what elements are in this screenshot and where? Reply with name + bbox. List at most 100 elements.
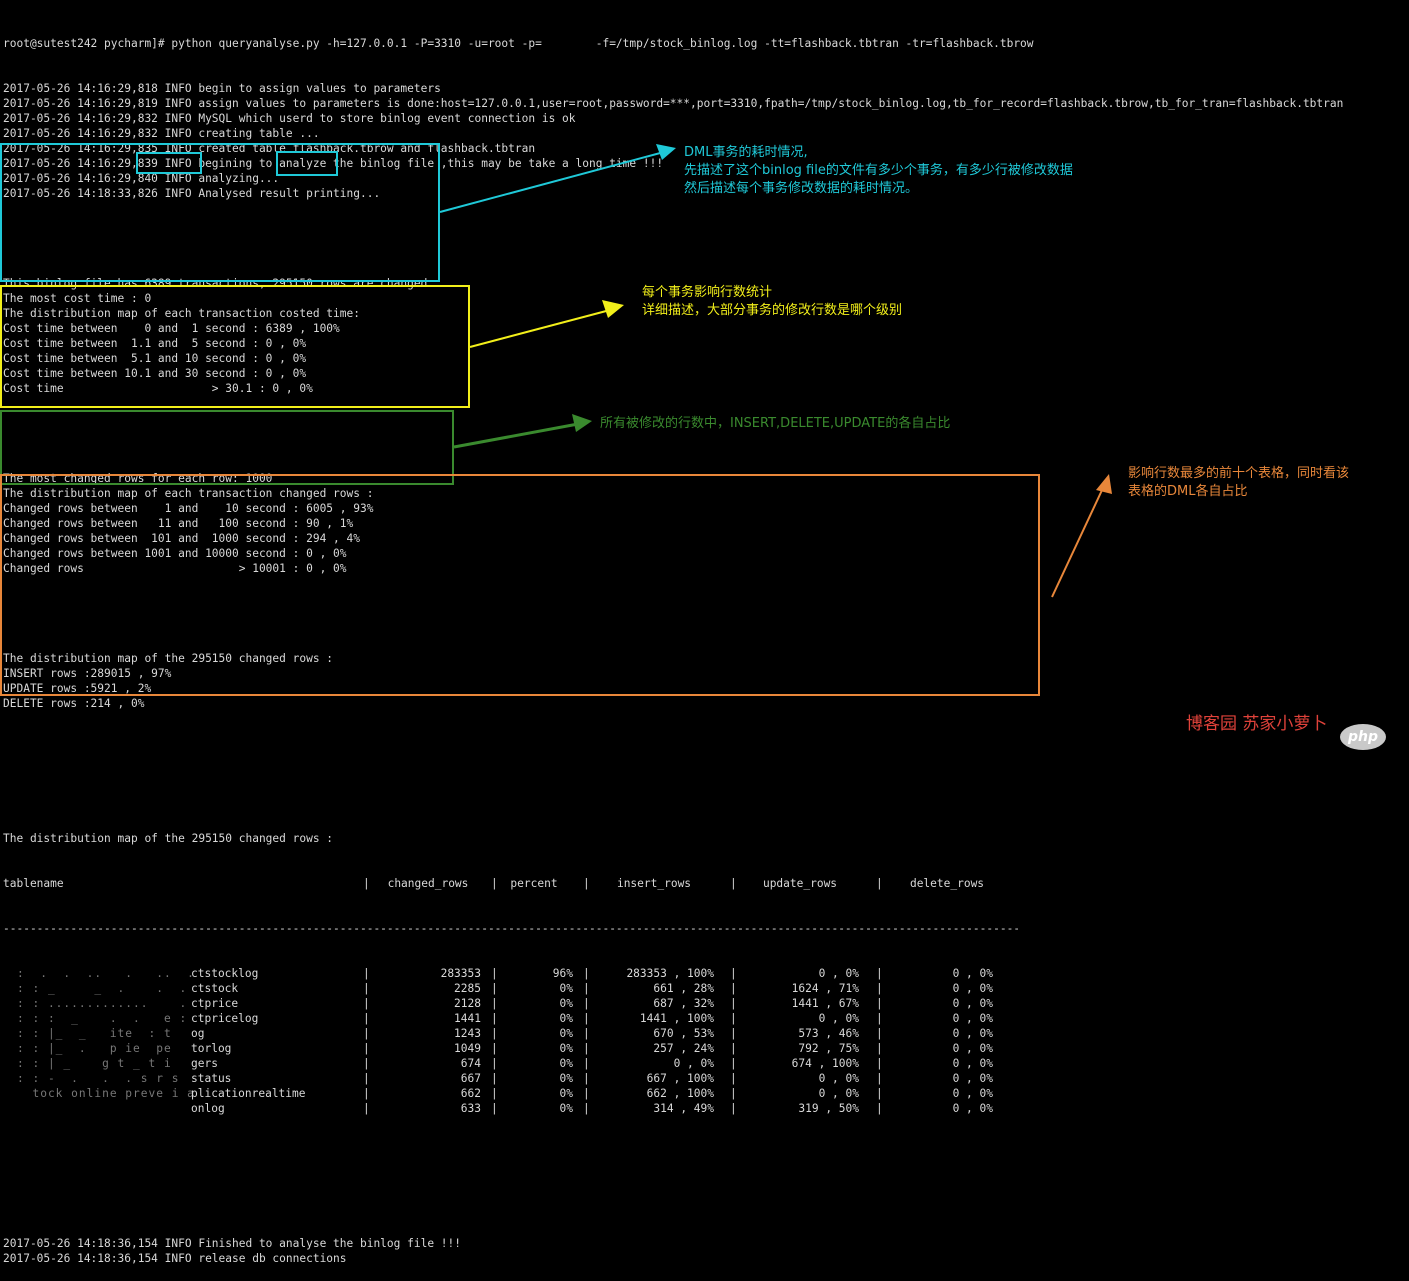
cyan-annotation: DML事务的耗时情况, 先描述了这个binlog file的文件有多少个事务，有… (684, 145, 1073, 196)
update-cell: 0 , 0% (818, 1012, 859, 1025)
column-separator: | (491, 982, 498, 995)
column-header-changed-rows: changed_rows (387, 877, 469, 890)
insert-cell: 661 , 28% (653, 982, 714, 995)
delete-cell: 0 , 0% (952, 1072, 993, 1085)
table-divider: ----------------------------------------… (3, 922, 1018, 935)
insert-cell: 257 , 24% (653, 1042, 714, 1055)
tablename-cell: onlog (191, 1102, 225, 1115)
redacted-tablename-prefix: : : - . . . s r s (17, 1072, 188, 1085)
table-header: tablename changed_rows percent insert_rows u… (3, 876, 1343, 891)
percent-cell: 0% (559, 982, 573, 995)
insert-cell: 283353 , 100% (626, 967, 714, 980)
column-header-update-rows: update_rows (762, 877, 838, 890)
column-separator: | (730, 1072, 737, 1085)
column-separator: | (730, 1102, 737, 1115)
yellow-arrow (469, 300, 624, 348)
tablename-cell: status (191, 1072, 232, 1085)
redacted-tablename-prefix: : : |_ _ ite : t (17, 1027, 180, 1040)
column-separator: | (363, 1072, 370, 1085)
column-separator: | (583, 1057, 590, 1070)
percent-cell: 96% (552, 967, 573, 980)
tablename-cell: ctstock (191, 982, 239, 995)
update-cell: 674 , 100% (791, 1057, 859, 1070)
column-separator: | (363, 1042, 370, 1055)
redacted-tablename-prefix: : : ............. . (17, 997, 203, 1010)
final-lines: 2017-05-26 14:18:36,154 INFO Finished to… (3, 1236, 1343, 1266)
column-separator: | (363, 1087, 370, 1100)
delete-cell: 0 , 0% (952, 997, 993, 1010)
column-header-tablename: tablename (3, 877, 64, 890)
column-separator: | (876, 877, 883, 890)
column-separator: | (583, 1087, 590, 1100)
update-cell: 0 , 0% (818, 967, 859, 980)
column-separator: | (876, 997, 883, 1010)
tablename-cell: ctpricelog (191, 1012, 259, 1025)
column-separator: | (876, 1042, 883, 1055)
insert-cell: 1441 , 100% (639, 1012, 714, 1025)
column-separator: | (583, 1012, 590, 1025)
table-row: : : | _ g t _ t i gers 674 0% 0 , 0% 674 , 1… (3, 1056, 1343, 1071)
tablename-cell: gers (191, 1057, 218, 1070)
percent-cell: 0% (559, 1102, 573, 1115)
column-separator: | (730, 997, 737, 1010)
column-separator: | (730, 1042, 737, 1055)
redacted-tablename-prefix: : : _ _ . . . (17, 982, 203, 995)
php-logo-text: php (1347, 729, 1378, 745)
tablename-cell: plicationrealtime (191, 1087, 306, 1100)
column-separator: | (730, 1087, 737, 1100)
insert-cell: 662 , 100% (646, 1087, 714, 1100)
insert-cell: 314 , 49% (653, 1102, 714, 1115)
cyan-arrow (439, 144, 676, 213)
percent-cell: 0% (559, 1012, 573, 1025)
delete-cell: 0 , 0% (952, 1012, 993, 1025)
tablename-cell: ctprice (191, 997, 239, 1010)
yellow-annotation: 每个事务影响行数统计 详细描述，大部分事务的修改行数是哪个级别 (642, 285, 903, 318)
php-logo-icon: php (1340, 724, 1386, 750)
redacted-tablename-prefix: tock online preve i a (17, 1087, 195, 1100)
table-row: onlog 633 0% 314 , 49% 319 , 50% 0 , 0% | | | | | (3, 1101, 1343, 1116)
table-row: : : - . . . s r s status 667 0% 667 , 100% 0… (3, 1071, 1343, 1086)
insert-cell: 670 , 53% (653, 1027, 714, 1040)
column-separator: | (876, 1072, 883, 1085)
column-separator: | (876, 1012, 883, 1025)
update-cell: 319 , 50% (798, 1102, 859, 1115)
column-separator: | (730, 967, 737, 980)
redacted-tablename-prefix: : : | _ g t _ t i (17, 1057, 195, 1070)
column-separator: | (491, 967, 498, 980)
delete-cell: 0 , 0% (952, 1027, 993, 1040)
table-row: : : ............. . ctprice 2128 0% 687 , 3… (3, 996, 1343, 1011)
column-separator: | (491, 1072, 498, 1085)
column-separator: | (583, 967, 590, 980)
column-separator: | (491, 997, 498, 1010)
table-row: : : |_ . p ie pe torlog 1049 0% 257 , 24% 79… (3, 1041, 1343, 1056)
table-row: : : _ _ . . . ctstock 2285 0% 661 , 28% 1624… (3, 981, 1343, 996)
update-cell: 573 , 46% (798, 1027, 859, 1040)
table-title: The distribution map of the 295150 chang… (3, 832, 334, 845)
column-separator: | (363, 982, 370, 995)
update-cell: 0 , 0% (818, 1087, 859, 1100)
update-cell: 1624 , 71% (791, 982, 859, 995)
column-separator: | (583, 1102, 590, 1115)
redacted-tablename-prefix: : . . .. . .. . (17, 967, 211, 980)
update-cell: 1441 , 67% (791, 997, 859, 1010)
column-separator: | (491, 1087, 498, 1100)
column-separator: | (491, 1027, 498, 1040)
tablename-cell: og (191, 1027, 205, 1040)
orange-annotation: 影响行数最多的前十个表格，同时看该 表格的DML各自占比 (1128, 466, 1350, 499)
column-separator: | (583, 1027, 590, 1040)
percent-cell: 0% (559, 1042, 573, 1055)
delete-cell: 0 , 0% (952, 967, 993, 980)
table-body: : . . .. . .. . ctstocklog 283353 96% 28335… (3, 966, 1343, 1116)
column-separator: | (876, 982, 883, 995)
delete-cell: 0 , 0% (952, 1042, 993, 1055)
column-separator: | (876, 1057, 883, 1070)
update-cell: 792 , 75% (798, 1042, 859, 1055)
insert-cell: 687 , 32% (653, 997, 714, 1010)
column-separator: | (491, 1012, 498, 1025)
update-cell: 0 , 0% (818, 1072, 859, 1085)
insert-cell: 0 , 0% (673, 1057, 714, 1070)
column-separator: | (583, 1042, 590, 1055)
column-separator: | (583, 1072, 590, 1085)
table-row: : . . .. . .. . ctstocklog 283353 96% 28335… (3, 966, 1343, 981)
column-separator: | (491, 1102, 498, 1115)
